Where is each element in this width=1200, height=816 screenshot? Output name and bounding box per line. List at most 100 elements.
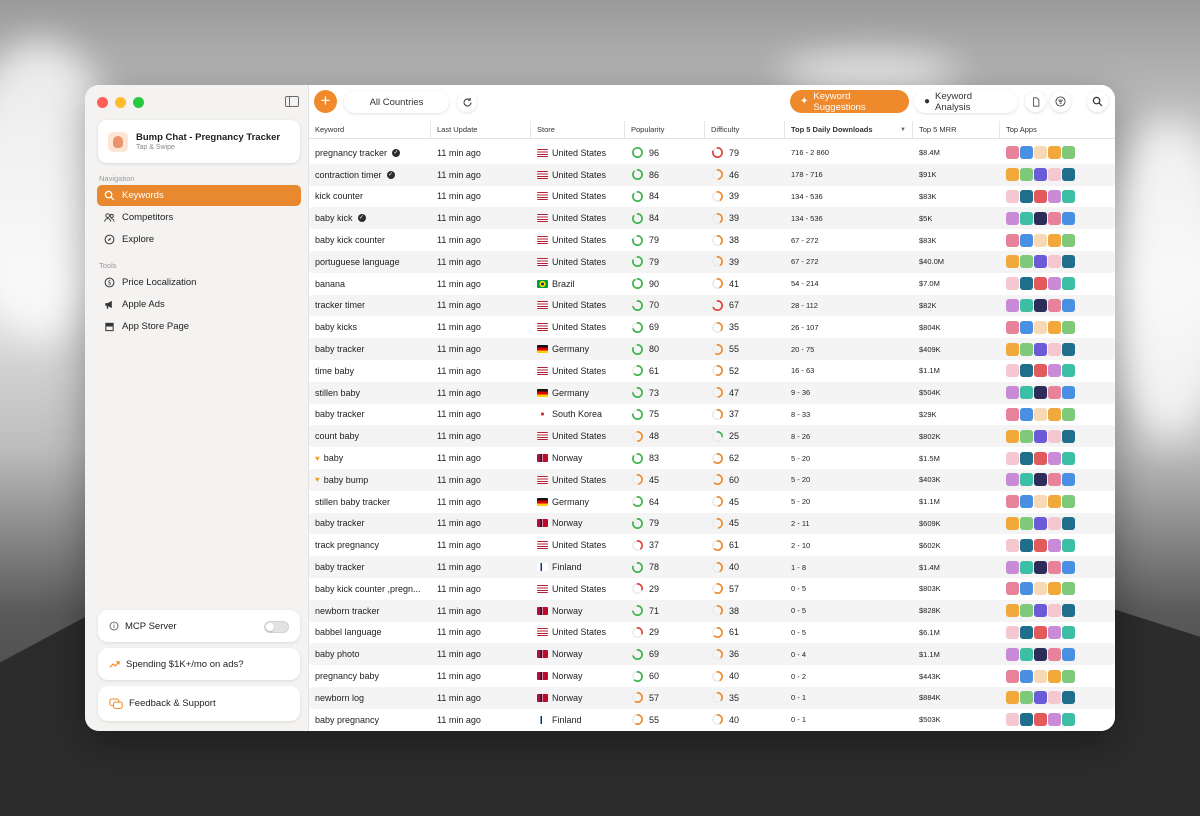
sidebar-item-explore[interactable]: Explore bbox=[97, 229, 301, 250]
column-header-difficulty[interactable]: Difficulty bbox=[705, 121, 785, 138]
top-app-icon[interactable] bbox=[1062, 625, 1075, 639]
top-app-icon[interactable] bbox=[1048, 407, 1061, 421]
column-header-last-update[interactable]: Last Update bbox=[431, 121, 531, 138]
top-app-icon[interactable] bbox=[1048, 364, 1061, 378]
top-app-icon[interactable] bbox=[1048, 189, 1061, 203]
column-header-daily-downloads[interactable]: Top 5 Daily Downloads ▼ bbox=[785, 121, 913, 138]
table-row[interactable]: stillen baby tracker 11 min ago Germany … bbox=[309, 491, 1115, 513]
table-row[interactable]: ♥ baby 11 min ago Norway 83 62 5 - 20 $1… bbox=[309, 447, 1115, 469]
top-app-icon[interactable] bbox=[1048, 538, 1061, 552]
table-row[interactable]: pregnancy tracker ✓ 11 min ago United St… bbox=[309, 142, 1115, 164]
top-app-icon[interactable] bbox=[1062, 495, 1075, 509]
top-app-icon[interactable] bbox=[1034, 407, 1047, 421]
top-app-icon[interactable] bbox=[1048, 669, 1061, 683]
sidebar-item-apple-ads[interactable]: Apple Ads bbox=[97, 294, 301, 315]
top-app-icon[interactable] bbox=[1048, 451, 1061, 465]
top-app-icon[interactable] bbox=[1034, 473, 1047, 487]
top-app-icon[interactable] bbox=[1020, 168, 1033, 182]
top-app-icon[interactable] bbox=[1062, 211, 1075, 225]
top-app-icon[interactable] bbox=[1048, 277, 1061, 291]
table-row[interactable]: ♥ baby bump 11 min ago United States 45 … bbox=[309, 468, 1115, 491]
top-app-icon[interactable] bbox=[1006, 211, 1019, 225]
top-app-icon[interactable] bbox=[1020, 560, 1033, 574]
selected-app-card[interactable]: Bump Chat - Pregnancy Tracker Tap & Swip… bbox=[98, 120, 300, 163]
table-row[interactable]: baby kick ✓ 11 min ago United States 84 … bbox=[309, 207, 1115, 230]
table-row[interactable]: portuguese language 11 min ago United St… bbox=[309, 250, 1115, 273]
top-app-icon[interactable] bbox=[1062, 713, 1075, 727]
top-app-icon[interactable] bbox=[1034, 386, 1047, 400]
top-app-icon[interactable] bbox=[1006, 320, 1019, 334]
top-app-icon[interactable] bbox=[1020, 211, 1033, 225]
refresh-button[interactable] bbox=[457, 92, 477, 112]
top-app-icon[interactable] bbox=[1034, 604, 1047, 618]
top-app-icon[interactable] bbox=[1048, 604, 1061, 618]
top-app-icon[interactable] bbox=[1006, 429, 1019, 443]
top-app-icon[interactable] bbox=[1048, 473, 1061, 487]
top-app-icon[interactable] bbox=[1020, 320, 1033, 334]
top-app-icon[interactable] bbox=[1034, 495, 1047, 509]
top-app-icon[interactable] bbox=[1020, 407, 1033, 421]
top-app-icon[interactable] bbox=[1062, 255, 1075, 269]
top-app-icon[interactable] bbox=[1062, 473, 1075, 487]
top-app-icon[interactable] bbox=[1048, 386, 1061, 400]
top-app-icon[interactable] bbox=[1006, 298, 1019, 312]
top-app-icon[interactable] bbox=[1034, 255, 1047, 269]
top-app-icon[interactable] bbox=[1062, 342, 1075, 356]
top-app-icon[interactable] bbox=[1062, 647, 1075, 661]
top-app-icon[interactable] bbox=[1020, 495, 1033, 509]
top-app-icon[interactable] bbox=[1048, 647, 1061, 661]
top-app-icon[interactable] bbox=[1062, 604, 1075, 618]
top-app-icon[interactable] bbox=[1062, 364, 1075, 378]
top-app-icon[interactable] bbox=[1020, 516, 1033, 530]
top-app-icon[interactable] bbox=[1020, 451, 1033, 465]
top-app-icon[interactable] bbox=[1006, 538, 1019, 552]
top-app-icon[interactable] bbox=[1006, 364, 1019, 378]
top-app-icon[interactable] bbox=[1020, 669, 1033, 683]
top-app-icon[interactable] bbox=[1020, 429, 1033, 443]
top-app-icon[interactable] bbox=[1006, 516, 1019, 530]
top-app-icon[interactable] bbox=[1048, 168, 1061, 182]
top-app-icon[interactable] bbox=[1006, 255, 1019, 269]
minimize-window-button[interactable] bbox=[115, 97, 126, 108]
table-row[interactable]: baby pregnancy 11 min ago Finland 55 40 … bbox=[309, 709, 1115, 731]
keyword-analysis-button[interactable]: ● Keyword Analysis bbox=[914, 90, 1018, 113]
top-app-icon[interactable] bbox=[1006, 582, 1019, 596]
top-app-icon[interactable] bbox=[1048, 233, 1061, 247]
top-app-icon[interactable] bbox=[1020, 255, 1033, 269]
top-app-icon[interactable] bbox=[1062, 168, 1075, 182]
table-row[interactable]: time baby 11 min ago United States 61 52 bbox=[309, 360, 1115, 382]
top-app-icon[interactable] bbox=[1006, 691, 1019, 705]
table-row[interactable]: pregnancy baby 11 min ago Norway 60 40 0 bbox=[309, 665, 1115, 687]
top-app-icon[interactable] bbox=[1062, 691, 1075, 705]
filter-button[interactable] bbox=[1050, 91, 1071, 112]
top-app-icon[interactable] bbox=[1020, 386, 1033, 400]
top-app-icon[interactable] bbox=[1062, 386, 1075, 400]
top-app-icon[interactable] bbox=[1020, 647, 1033, 661]
top-app-icon[interactable] bbox=[1020, 233, 1033, 247]
top-app-icon[interactable] bbox=[1062, 320, 1075, 334]
top-app-icon[interactable] bbox=[1048, 320, 1061, 334]
table-row[interactable]: kick counter 11 min ago United States 84… bbox=[309, 186, 1115, 208]
top-app-icon[interactable] bbox=[1006, 669, 1019, 683]
table-row[interactable]: stillen baby 11 min ago Germany 73 47 9 … bbox=[309, 381, 1115, 404]
top-app-icon[interactable] bbox=[1062, 516, 1075, 530]
table-row[interactable]: newborn log 11 min ago Norway 57 35 0 - … bbox=[309, 686, 1115, 709]
top-app-icon[interactable] bbox=[1034, 647, 1047, 661]
top-app-icon[interactable] bbox=[1048, 429, 1061, 443]
sidebar-toggle-icon[interactable] bbox=[285, 96, 299, 107]
top-app-icon[interactable] bbox=[1034, 233, 1047, 247]
search-button[interactable] bbox=[1087, 91, 1108, 112]
top-app-icon[interactable] bbox=[1020, 277, 1033, 291]
zoom-window-button[interactable] bbox=[133, 97, 144, 108]
top-app-icon[interactable] bbox=[1006, 189, 1019, 203]
top-app-icon[interactable] bbox=[1034, 364, 1047, 378]
table-row[interactable]: baby tracker 11 min ago Germany 80 55 20 bbox=[309, 338, 1115, 360]
top-app-icon[interactable] bbox=[1006, 495, 1019, 509]
table-row[interactable]: tracker timer 11 min ago United States 7… bbox=[309, 294, 1115, 317]
top-app-icon[interactable] bbox=[1020, 713, 1033, 727]
table-row[interactable]: baby kick counter 11 min ago United Stat… bbox=[309, 229, 1115, 251]
top-app-icon[interactable] bbox=[1006, 168, 1019, 182]
table-row[interactable]: baby photo 11 min ago Norway 69 36 0 - 4 bbox=[309, 643, 1115, 666]
top-app-icon[interactable] bbox=[1020, 189, 1033, 203]
top-app-icon[interactable] bbox=[1062, 146, 1075, 160]
